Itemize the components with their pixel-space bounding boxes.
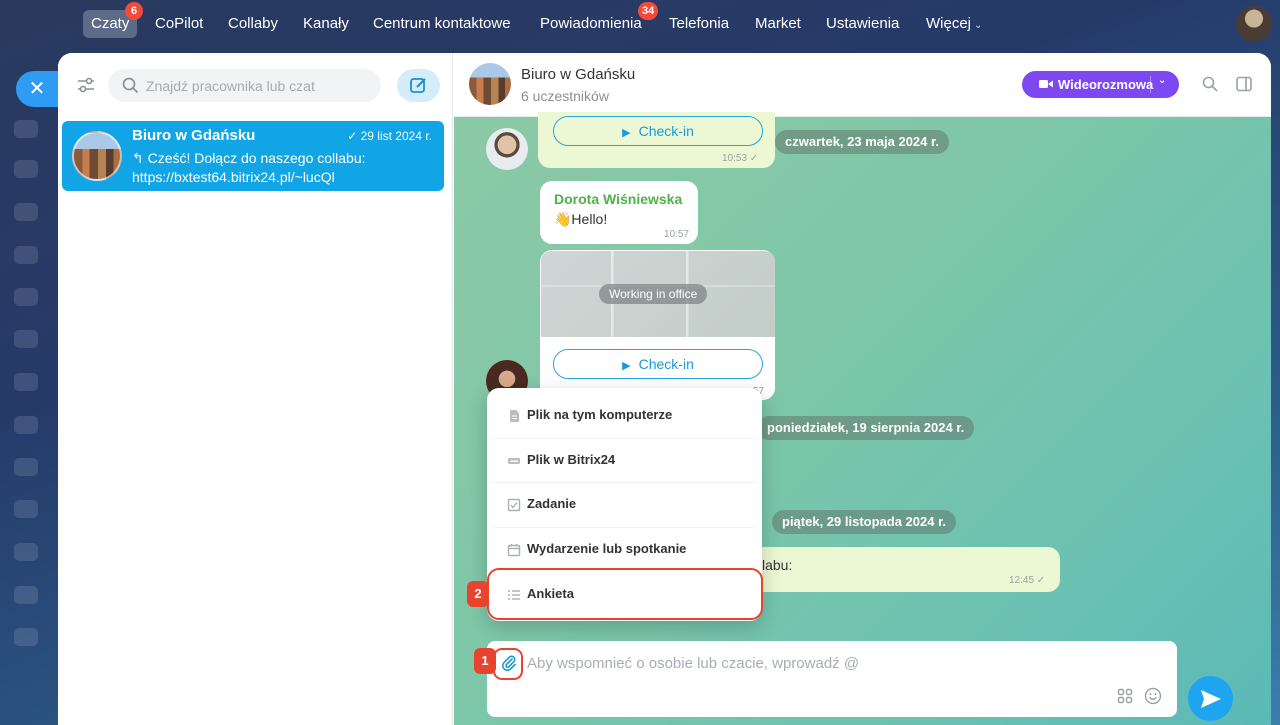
message-author[interactable]: Dorota Wiśniewska [554, 191, 682, 207]
highlight-ring [493, 648, 523, 680]
play-icon: ▶ [622, 127, 631, 139]
message-input-box [487, 641, 1177, 717]
rail-icon [14, 500, 38, 518]
chat-avatar [72, 131, 122, 181]
date-separator: czwartek, 23 maja 2024 r. [775, 130, 949, 154]
participants-count[interactable]: 6 uczestników [521, 88, 609, 104]
nav-settings[interactable]: Ustawienia [818, 10, 907, 38]
rail-icon [14, 586, 38, 604]
message-time: 10:53 ✓ [722, 153, 759, 164]
rail-icon [14, 458, 38, 476]
chevron-down-icon: ⌄ [974, 20, 983, 31]
apps-icon[interactable] [1117, 688, 1133, 704]
step-marker-1: 1 [474, 648, 496, 674]
rail-icon [14, 373, 38, 391]
task-icon [507, 498, 521, 512]
divider [1150, 76, 1151, 93]
emoji-icon[interactable] [1144, 687, 1162, 705]
menu-item-local-file[interactable]: Plik na tym komputerze [487, 394, 762, 438]
menu-item-event[interactable]: Wydarzenie lub spotkanie [487, 528, 762, 572]
video-call-button[interactable]: Wideorozmowa ⌄ [1022, 71, 1179, 98]
search-input[interactable] [146, 69, 376, 102]
send-button[interactable] [1188, 676, 1233, 721]
nav-collaby[interactable]: Collaby [220, 10, 286, 38]
nav-copilot[interactable]: CoPilot [147, 10, 211, 38]
close-icon: ✕ [28, 78, 46, 100]
menu-item-bitrix-file[interactable]: Plik w Bitrix24 [487, 439, 762, 483]
chat-list-panel: Biuro w Gdańsku ✓ 29 list 2024 r. ↰ Cześ… [58, 53, 453, 725]
location-label: Working in office [599, 284, 708, 304]
rail-icon [14, 120, 38, 138]
chat-item-date: ✓ 29 list 2024 r. [347, 129, 432, 143]
sidebar-toggle-icon[interactable] [1236, 76, 1252, 92]
step-marker-2: 2 [467, 581, 489, 607]
rail-icon [14, 330, 38, 348]
nav-notifications[interactable]: Powiadomienia 34 [532, 2, 659, 38]
date-separator: piątek, 29 listopada 2024 r. [772, 510, 957, 534]
file-icon [510, 410, 519, 422]
user-avatar[interactable] [1236, 6, 1272, 42]
message-time: 10:57 [664, 229, 690, 240]
rail-icon [14, 246, 38, 264]
rail-icon [14, 416, 38, 434]
rail-icon [14, 203, 38, 221]
checkin-button[interactable]: ▶ Check-in [553, 116, 763, 146]
send-icon [1201, 690, 1221, 708]
nav-market[interactable]: Market [747, 10, 809, 38]
chat-header-title[interactable]: Biuro w Gdańsku [521, 66, 635, 83]
drive-icon [508, 458, 520, 464]
message-text: 👋Hello! [554, 211, 608, 227]
checkin-button[interactable]: ▶ Check-in [553, 349, 763, 379]
calendar-icon [507, 544, 521, 557]
chat-search-icon[interactable] [1202, 76, 1218, 92]
nav-channels[interactable]: Kanały [295, 10, 357, 38]
nav-contact-center[interactable]: Centrum kontaktowe [365, 10, 519, 38]
message-text: labu: [762, 557, 793, 573]
compose-icon [410, 78, 426, 93]
date-separator: poniedziałek, 19 sierpnia 2024 r. [757, 416, 975, 440]
chats-badge: 6 [125, 2, 143, 20]
filter-icon[interactable] [76, 75, 96, 95]
rail-icon [14, 288, 38, 306]
left-rail [0, 48, 56, 725]
rail-icon [14, 628, 38, 646]
chat-list-item[interactable]: Biuro w Gdańsku ✓ 29 list 2024 r. ↰ Cześ… [62, 121, 444, 191]
camera-icon [1039, 80, 1053, 88]
highlight-frame [487, 568, 763, 620]
message-time: 12:45 ✓ [1009, 575, 1046, 586]
notifications-badge: 34 [638, 2, 659, 20]
new-chat-button[interactable] [397, 69, 440, 102]
search-icon [122, 77, 139, 94]
sender-avatar[interactable] [486, 128, 528, 170]
chat-header-avatar[interactable] [469, 63, 511, 105]
close-button[interactable]: ✕ [16, 71, 58, 107]
chat-header: Biuro w Gdańsku 6 uczestników Wideorozmo… [454, 53, 1271, 117]
nav-more[interactable]: Więcej ⌄ [918, 10, 990, 38]
play-icon: ▶ [622, 360, 631, 372]
chevron-down-icon[interactable]: ⌄ [1158, 75, 1166, 86]
menu-item-task[interactable]: Zadanie [487, 483, 762, 527]
chat-item-title: Biuro w Gdańsku [132, 127, 256, 144]
rail-icon [14, 160, 38, 178]
chat-item-preview: ↰ Cześć! Dołącz do naszego collabu: http… [132, 150, 366, 185]
nav-chats[interactable]: Czaty 6 [83, 2, 143, 38]
rail-icon [14, 543, 38, 561]
message-input[interactable] [527, 653, 1127, 673]
search-box [108, 69, 381, 102]
top-navigation: Czaty 6 CoPilot Collaby Kanały Centrum k… [0, 0, 1280, 48]
nav-telephony[interactable]: Telefonia [661, 10, 737, 38]
